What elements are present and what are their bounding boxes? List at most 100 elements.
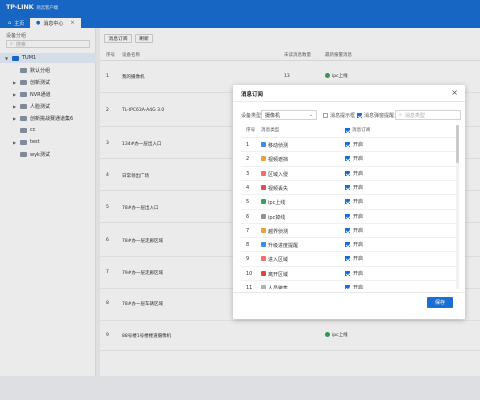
message-type-row[interactable]: 1 移动侦测 开启 — [241, 137, 457, 151]
col-header-type: 消息类型 — [261, 128, 280, 133]
device-type-value: 摄像机 — [265, 112, 281, 119]
subscribe-toggle[interactable]: 开启 — [345, 170, 363, 177]
subscribe-toggle[interactable]: 开启 — [345, 255, 363, 262]
message-type-table: 序号 消息类型 消息订阅 1 移动侦测 开启 2 视频遮挡 开启 3 区域入侵 开启 4 视频丢失开… — [241, 125, 457, 289]
message-type-name: 区域入侵 — [268, 171, 289, 178]
message-type-row[interactable]: 5 ipc上线 开启 — [241, 194, 457, 208]
col-header-index: 序号 — [246, 128, 256, 133]
checkbox[interactable] — [345, 170, 350, 176]
subscribe-toggle[interactable]: 开启 — [345, 270, 363, 277]
checkbox-label: 消息弹窗提醒 — [364, 113, 395, 119]
chevron-down-icon: ⌄ — [308, 112, 313, 118]
message-type-icon — [261, 199, 266, 205]
message-type-icon — [261, 184, 266, 190]
message-type-row[interactable]: 2 视频遮挡 开启 — [241, 151, 457, 165]
message-type-name: 离开区域 — [268, 271, 289, 278]
message-type-icon — [261, 256, 266, 262]
checkbox[interactable] — [357, 113, 362, 118]
save-button[interactable]: 保存 — [427, 297, 453, 308]
subscribe-state: 开启 — [353, 213, 364, 220]
subscribe-state: 开启 — [353, 170, 364, 177]
scrollbar[interactable] — [456, 125, 459, 289]
subscribe-state: 开启 — [353, 184, 364, 191]
checkbox[interactable] — [345, 213, 350, 219]
subscribe-toggle[interactable]: 开启 — [345, 241, 363, 248]
row-index: 1 — [246, 142, 250, 148]
message-type-name: ipc掉线 — [268, 214, 286, 221]
message-type-icon — [261, 156, 266, 162]
message-type-icon — [261, 227, 266, 233]
message-type-row[interactable]: 10 离开区域 开启 — [241, 265, 457, 280]
subscribe-toggle[interactable]: 开启 — [345, 155, 363, 162]
message-type-row[interactable]: 11 人员聚集 开启 — [241, 280, 457, 289]
message-type-icon — [261, 213, 266, 219]
app-window: TP-LINK 商云客户端 ⌂ 主页 ● 消息中心 × 设备分组 ⌕ 搜索 ▼ TUM1 默… — [0, 0, 480, 400]
message-type-name: ipc上线 — [268, 200, 286, 207]
message-type-icon — [261, 142, 266, 147]
col-header-subscribe: 消息订阅 — [345, 125, 370, 135]
message-type-row[interactable]: 8 升级进度提醒 开启 — [241, 237, 457, 251]
message-type-name: 视频丢失 — [268, 185, 289, 192]
message-type-name: 移动侦测 — [268, 143, 289, 149]
checkbox[interactable] — [323, 113, 328, 118]
scrollbar-thumb[interactable] — [456, 125, 459, 163]
subscribe-state: 开启 — [353, 199, 364, 206]
message-type-name: 越界侦测 — [268, 228, 289, 235]
checkbox[interactable] — [345, 184, 350, 190]
message-type-row[interactable]: 7 越界侦测 开启 — [241, 222, 457, 237]
subscribe-toggle[interactable]: 开启 — [345, 141, 363, 148]
sound-toggle[interactable]: 消息弹窗提醒 — [357, 112, 394, 119]
subscribe-state: 开启 — [353, 242, 364, 249]
subscribe-toggle[interactable]: 开启 — [345, 227, 363, 234]
message-type-icon — [261, 270, 266, 276]
row-index: 11 — [246, 285, 253, 289]
device-type-select[interactable]: 摄像机 ⌄ — [261, 110, 317, 120]
message-type-name: 人员聚集 — [268, 286, 289, 289]
device-type-label: 设备类型 — [241, 113, 262, 119]
row-index: 6 — [246, 213, 250, 220]
dialog-divider — [233, 101, 465, 102]
checkbox[interactable] — [345, 156, 350, 162]
message-type-icon — [261, 170, 266, 176]
message-type-search-input[interactable]: ⌕ 消息类型 — [395, 110, 461, 120]
message-type-row[interactable]: 6 ipc掉线 开启 — [241, 208, 457, 223]
search-placeholder: 消息类型 — [404, 112, 425, 119]
col-header-subscribe-text: 消息订阅 — [352, 128, 371, 133]
row-index: 10 — [246, 270, 253, 277]
message-type-name: 升级进度提醒 — [268, 243, 299, 250]
checkbox[interactable] — [345, 285, 350, 289]
message-type-name: 进入区域 — [268, 257, 289, 264]
dialog-title: 消息订阅 — [241, 92, 264, 98]
subscribe-state: 开启 — [353, 227, 364, 234]
subscribe-state: 开启 — [353, 256, 364, 263]
row-index: 4 — [246, 184, 250, 191]
message-type-icon — [261, 285, 266, 289]
subscribe-state: 开启 — [353, 156, 364, 163]
row-index: 8 — [246, 242, 250, 249]
message-type-row[interactable]: 9 进入区域 开启 — [241, 251, 457, 265]
subscribe-state: 开启 — [353, 142, 364, 148]
subscribe-toggle[interactable]: 开启 — [345, 184, 363, 191]
row-index: 7 — [246, 227, 250, 234]
subscribe-toggle[interactable]: 开启 — [345, 213, 363, 220]
subscribe-toggle[interactable]: 开启 — [345, 198, 363, 205]
row-index: 5 — [246, 199, 250, 206]
checkbox[interactable] — [345, 242, 350, 248]
row-index: 9 — [246, 256, 250, 263]
checkbox[interactable] — [345, 142, 350, 147]
checkbox[interactable] — [345, 270, 350, 276]
filter-bar: 设备类型 摄像机 ⌄ 消息提示框 消息弹窗提醒 ⌕ 消息类型 — [241, 110, 461, 120]
subscribe-state: 开启 — [353, 285, 364, 289]
close-icon[interactable]: × — [451, 88, 458, 97]
search-icon: ⌕ — [399, 112, 402, 118]
subscribe-state: 开启 — [353, 270, 364, 277]
row-index: 3 — [246, 170, 250, 177]
subscribe-toggle[interactable]: 开启 — [345, 284, 363, 289]
checkbox[interactable] — [345, 227, 350, 233]
select-all-checkbox[interactable] — [345, 127, 350, 133]
checkbox[interactable] — [345, 199, 350, 205]
show-subscribed-toggle[interactable]: 消息提示框 — [323, 112, 355, 119]
checkbox[interactable] — [345, 256, 350, 262]
message-type-row[interactable]: 4 视频丢失 开启 — [241, 179, 457, 194]
message-type-row[interactable]: 3 区域入侵 开启 — [241, 165, 457, 180]
